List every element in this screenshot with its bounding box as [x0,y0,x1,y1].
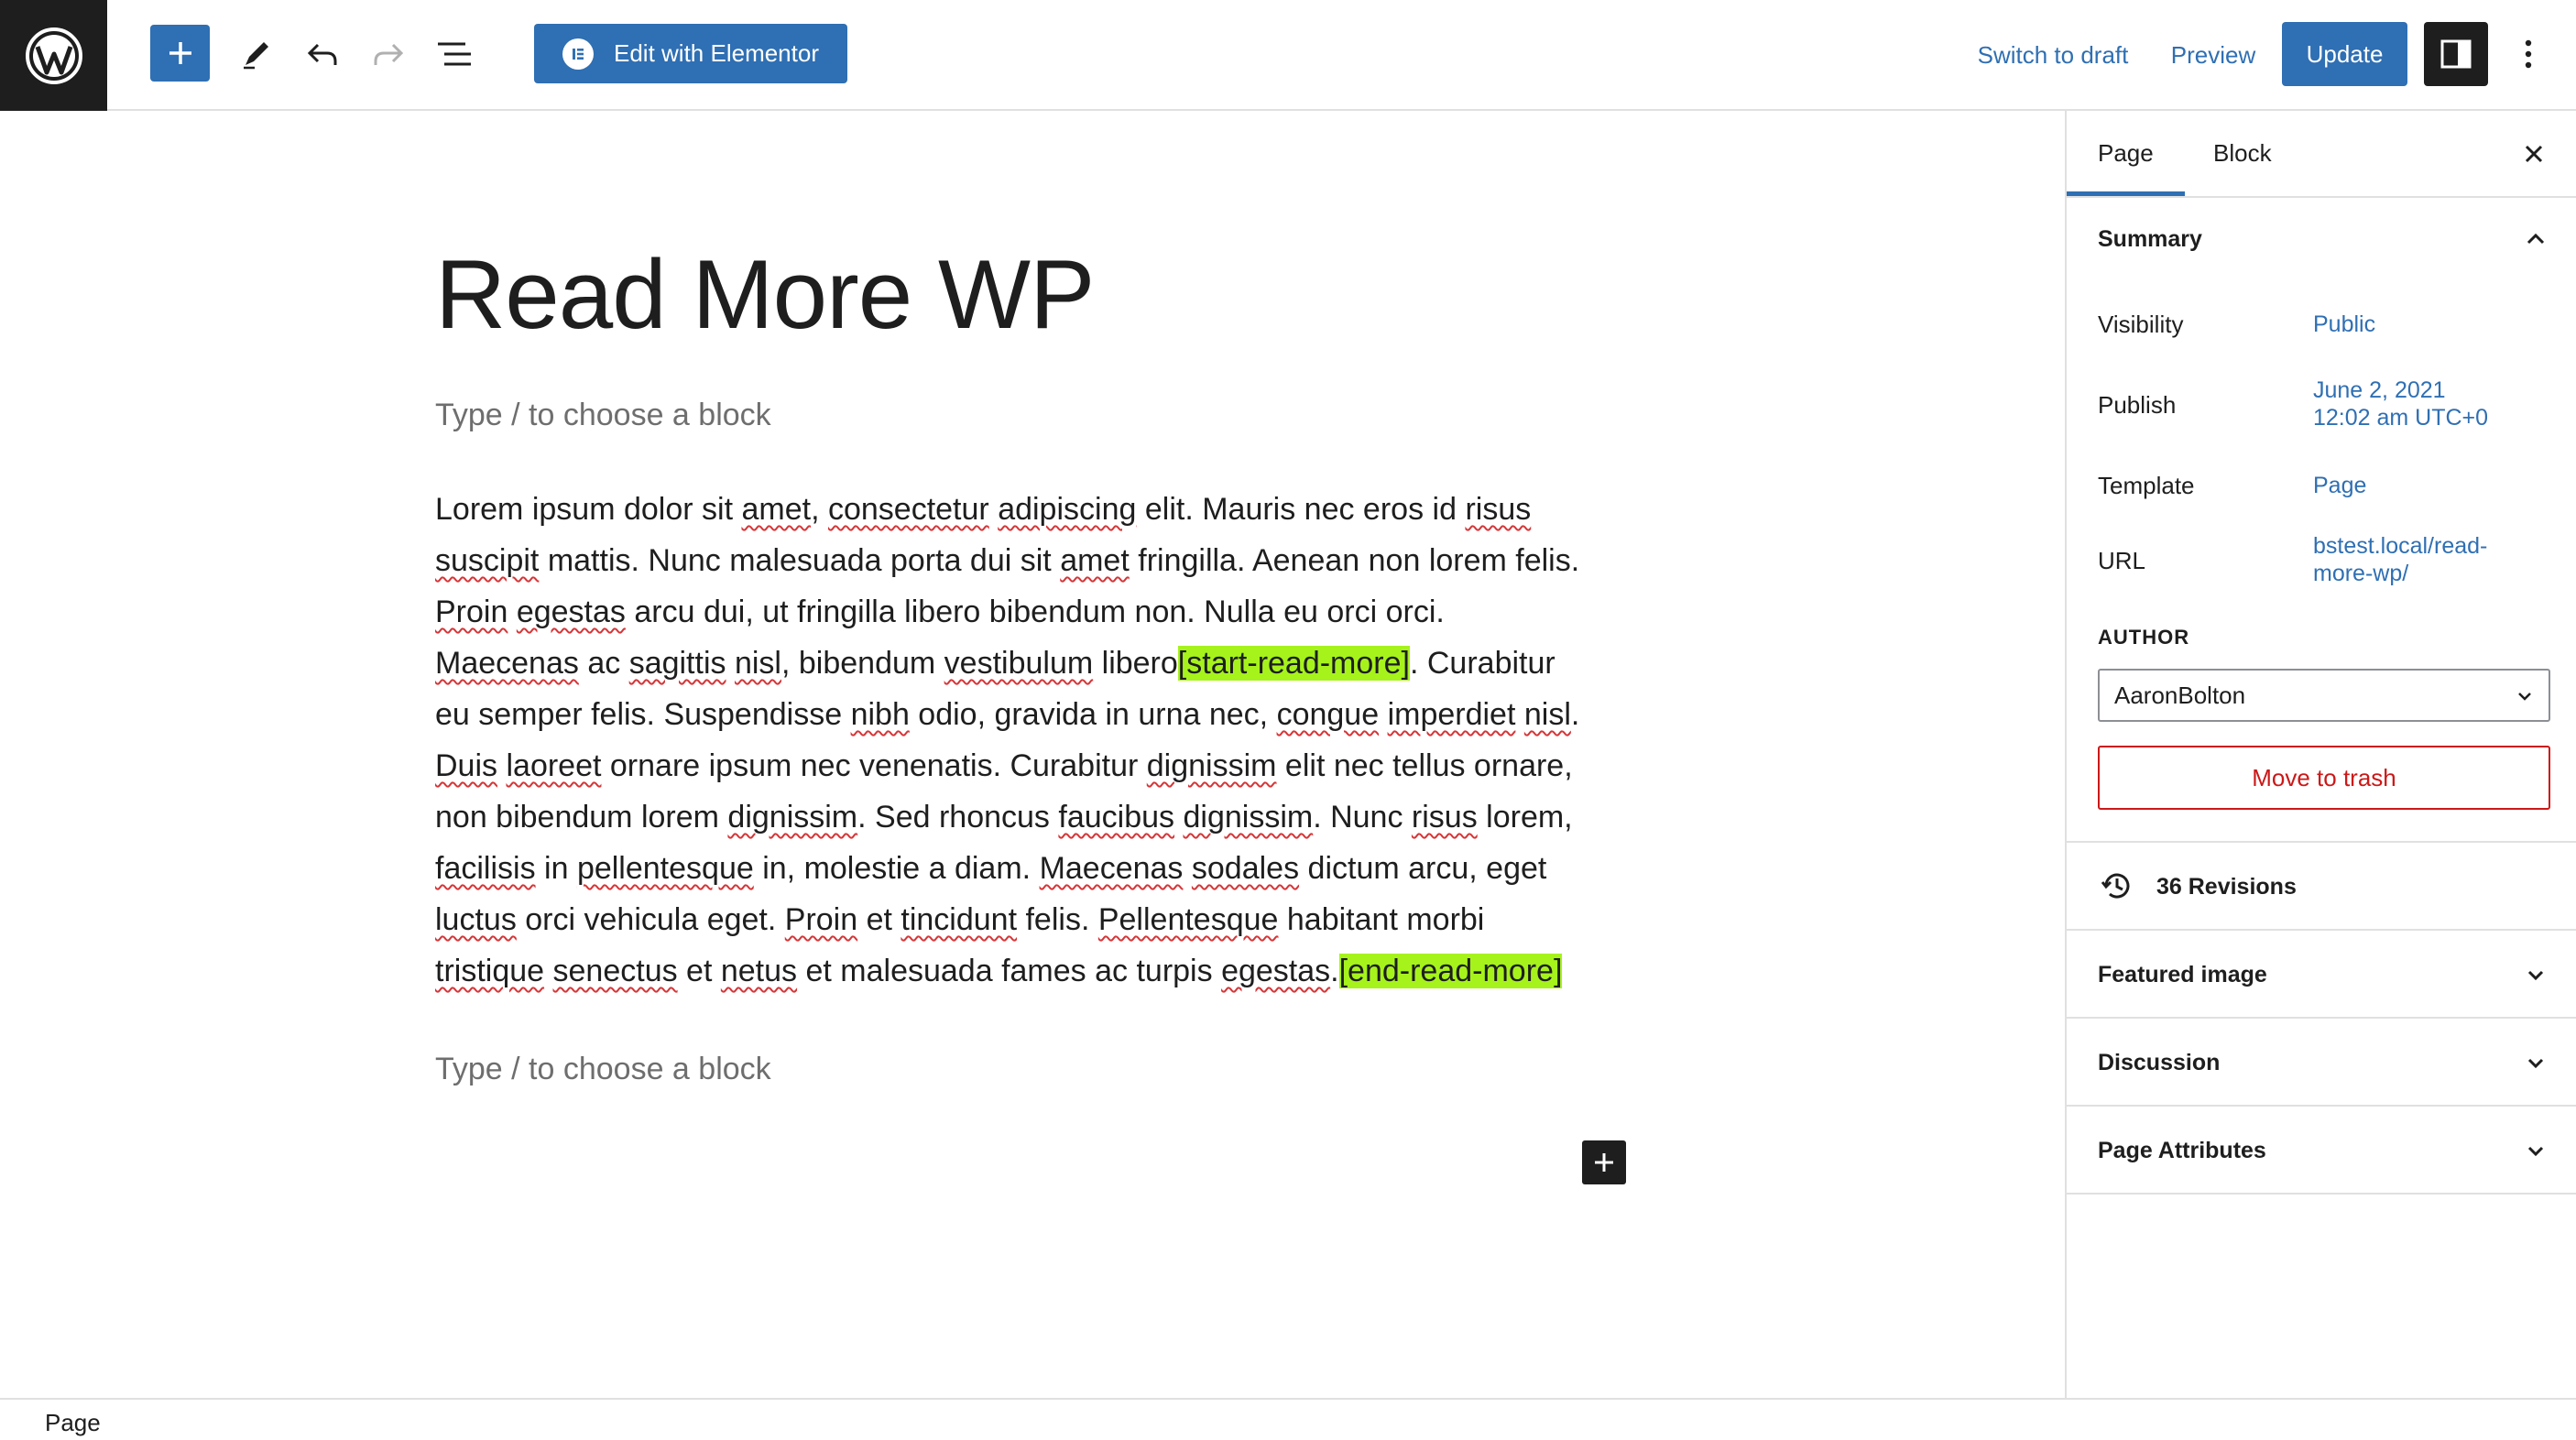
chevron-down-icon [2527,970,2544,981]
close-sidebar-button[interactable] [2516,111,2552,196]
wordpress-logo-button[interactable] [0,0,107,111]
list-view-button[interactable] [427,27,482,82]
tab-block[interactable]: Block [2213,111,2272,196]
preview-button[interactable]: Preview [2162,29,2265,81]
shortcode-highlight: [start-read-more] [1177,646,1410,681]
author-selected-value: AaronBolton [2114,681,2246,709]
url-line: more-wp/ [2313,561,2409,586]
add-block-button[interactable] [150,25,210,82]
edit-with-elementor-label: Edit with Elementor [614,39,819,67]
editor-footer: Page [0,1398,2576,1440]
template-value[interactable]: Page [2313,472,2366,499]
featured-image-panel[interactable]: Featured image [2067,931,2576,1017]
move-to-trash-button[interactable]: Move to trash [2098,746,2550,810]
empty-block-placeholder[interactable]: Type / to choose a block [435,1052,771,1087]
pencil-icon [244,42,268,70]
revisions-link[interactable]: 36 Revisions [2067,843,2576,929]
close-icon [2525,145,2543,162]
block-inserter-button[interactable] [1582,1140,1626,1184]
paragraph-block[interactable]: Lorem ipsum dolor sit amet, consectetur … [435,484,1644,997]
post-title[interactable]: Read More WP [435,237,1095,351]
paragraph-line: Lorem ipsum dolor sit amet, consectetur … [435,492,1532,527]
settings-toggle-button[interactable] [2424,22,2488,86]
empty-block-placeholder[interactable]: Type / to choose a block [435,398,771,433]
list-view-icon [438,42,471,66]
paragraph-line: facilisis in pellentesque in, molestie a… [435,851,1547,886]
chevron-down-icon [2527,1058,2544,1069]
author-select[interactable]: AaronBolton [2098,669,2550,722]
settings-sidebar-icon [2440,39,2472,69]
tab-page[interactable]: Page [2098,111,2154,196]
paragraph-line: suscipit mattis. Nunc malesuada porta du… [435,543,1580,578]
tools-button[interactable] [229,27,284,82]
paragraph-line: luctus orci vehicula eget. Proin et tinc… [435,902,1485,937]
editor-canvas: Read More WP Type / to choose a block Lo… [0,111,2065,1398]
paragraph-line: Duis laoreet ornare ipsum nec venenatis.… [435,748,1573,783]
summary-panel-title[interactable]: Summary [2098,226,2202,253]
paragraph-line: non bibendum lorem dignissim. Sed rhoncu… [435,800,1573,835]
editor-header: Edit with Elementor Switch to draft Prev… [0,0,2576,111]
url-link[interactable]: bstest.local/read- more-wp/ [2313,532,2487,587]
plus-icon [1595,1153,1613,1172]
paragraph-line: Proin egestas arcu dui, ut fringilla lib… [435,595,1445,629]
template-label: Template [2098,472,2195,499]
publish-date: June 2, 2021 [2313,377,2446,403]
chevron-down-icon [2518,693,2531,701]
page-attributes-panel[interactable]: Page Attributes [2067,1107,2576,1193]
panel-title: Discussion [2098,1050,2221,1075]
history-icon [2101,873,2130,899]
url-label: URL [2098,547,2146,574]
visibility-value[interactable]: Public [2313,311,2375,338]
paragraph-line: eu semper felis. Suspendisse nibh odio, … [435,697,1580,732]
options-button[interactable] [2505,27,2551,82]
active-tab-indicator [2067,191,2185,196]
chevron-up-icon[interactable] [2525,228,2547,250]
revisions-count: 36 Revisions [2156,874,2297,900]
sidebar-tabs: Page Block [2067,111,2576,198]
discussion-panel[interactable]: Discussion [2067,1019,2576,1105]
undo-icon [307,43,337,65]
panel-title: Page Attributes [2098,1138,2266,1163]
plus-icon [169,42,191,64]
divider [2067,1193,2576,1195]
update-button[interactable]: Update [2282,22,2407,86]
paragraph-line: tristique senectus et netus et malesuada… [435,954,1563,988]
publish-date-link[interactable]: June 2, 2021 12:02 am UTC+0 [2313,376,2488,431]
breadcrumb[interactable]: Page [45,1409,101,1437]
visibility-label: Visibility [2098,311,2184,338]
edit-with-elementor-button[interactable]: Edit with Elementor [534,24,847,83]
redo-button[interactable] [361,27,416,82]
redo-icon [374,43,404,65]
wordpress-logo-icon [25,27,82,84]
author-label: AUTHOR [2098,626,2190,649]
undo-button[interactable] [295,27,350,82]
panel-title: Featured image [2098,962,2267,987]
settings-sidebar: Page Block Summary Visibility Public Pub… [2065,111,2576,1398]
elementor-icon [562,38,594,70]
chevron-down-icon [2527,1146,2544,1157]
publish-label: Publish [2098,391,2177,419]
switch-to-draft-button[interactable]: Switch to draft [1966,29,2140,81]
publish-time: 12:02 am UTC+0 [2313,405,2489,431]
url-line: bstest.local/read- [2313,533,2488,559]
more-vertical-icon [2525,39,2532,69]
shortcode-highlight: [end-read-more] [1338,954,1563,988]
paragraph-line: Maecenas ac sagittis nisl, bibendum vest… [435,646,1555,681]
